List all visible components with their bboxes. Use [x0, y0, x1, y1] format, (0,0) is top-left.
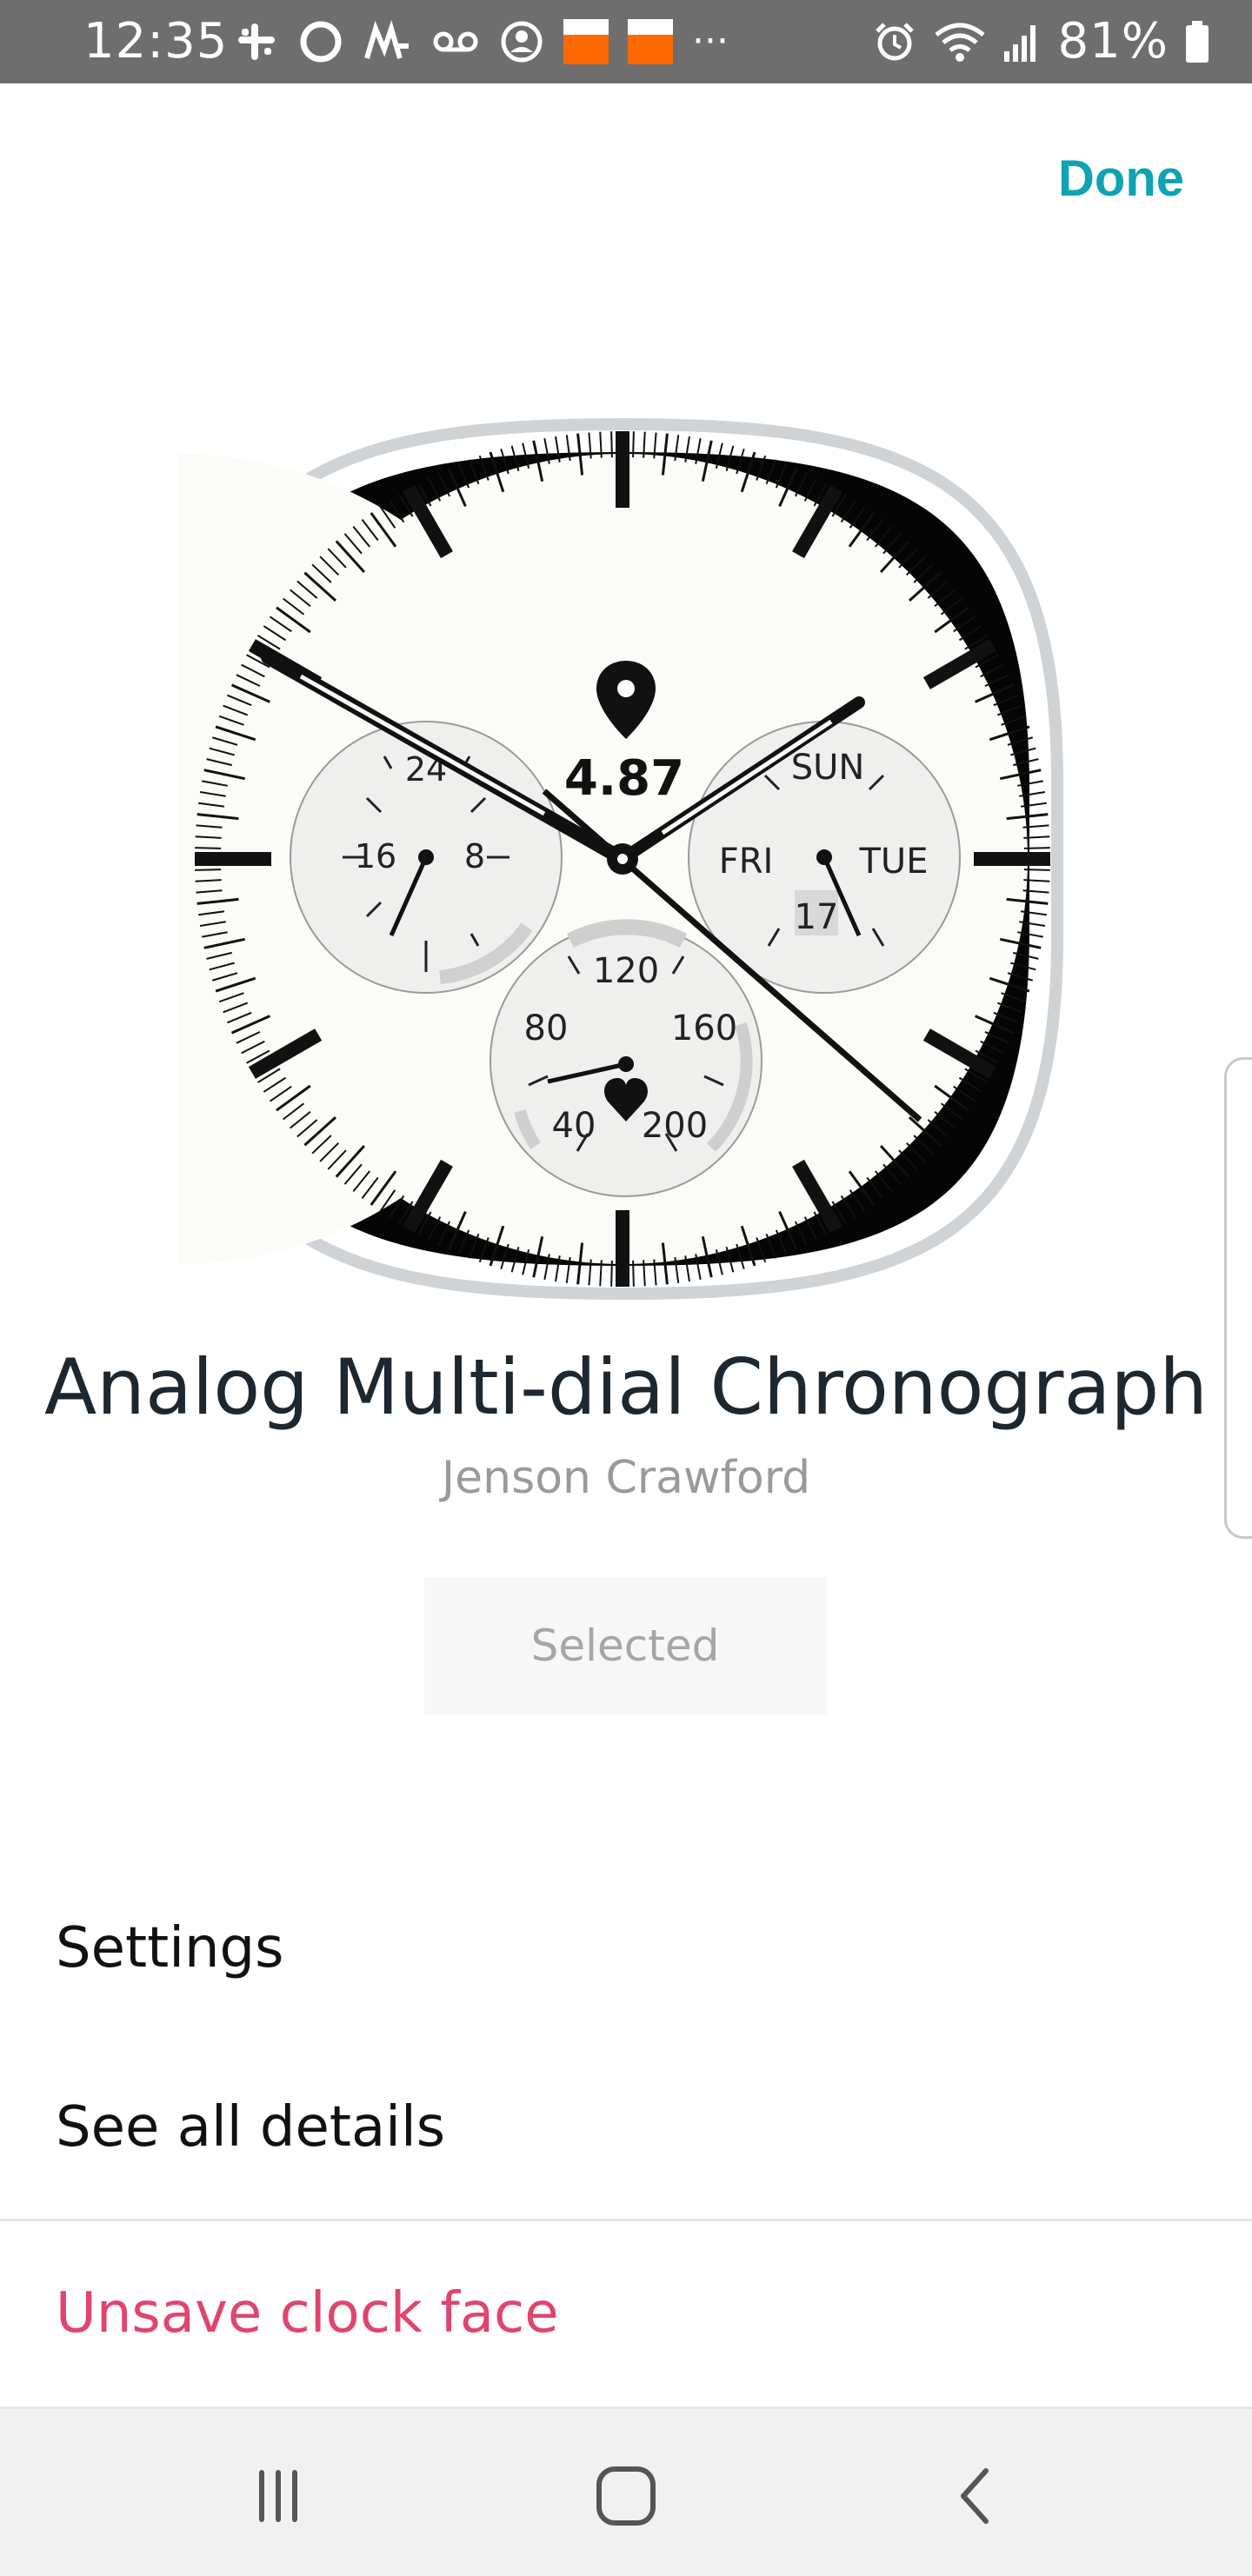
slack-icon — [235, 20, 278, 63]
recent-apps-button[interactable] — [235, 2453, 322, 2539]
wifi-icon — [933, 19, 987, 64]
home-button[interactable] — [583, 2453, 669, 2539]
hr-label-200: 200 — [642, 1106, 708, 1146]
unsave-clock-face-item[interactable]: Unsave clock face — [56, 2274, 559, 2353]
discover-icon — [563, 19, 609, 64]
recent-apps-icon — [259, 2470, 297, 2522]
more-notifications-icon: ··· — [692, 19, 729, 63]
hr-label-40: 40 — [552, 1106, 596, 1146]
discover-icon — [628, 19, 673, 64]
distance-value: 4.87 — [564, 750, 684, 807]
tick-mark — [632, 431, 635, 458]
battery-icon — [1184, 19, 1210, 64]
notification-icons: ··· — [235, 16, 729, 68]
clock-face-preview: 24 16 8 SUN FRI TUE 17 120 80 160 40 200… — [0, 416, 1066, 1302]
home-icon — [596, 2466, 656, 2526]
clock-face-title: Analog Multi-dial Chronograph — [43, 1342, 1209, 1432]
hr-label-160: 160 — [671, 1008, 737, 1048]
account-icon — [499, 19, 544, 64]
back-button[interactable] — [932, 2453, 1019, 2539]
done-button[interactable]: Done — [1058, 146, 1184, 212]
divider — [0, 2219, 1252, 2221]
left-dial-label-left: 16 — [355, 837, 396, 875]
hr-label-120: 120 — [593, 951, 659, 991]
tick-mark — [195, 847, 222, 849]
system-icons: 81% — [872, 16, 1210, 68]
left-dial-label-right: 8 — [464, 837, 485, 875]
clock-face-image: 24 16 8 SUN FRI TUE 17 120 80 160 40 200… — [0, 417, 1063, 1301]
navigation-bar — [0, 2406, 1252, 2576]
signal-icon — [1002, 20, 1042, 63]
see-all-details-item[interactable]: See all details — [56, 2088, 445, 2167]
heart-rate-subdial: 120 80 160 40 200 — [489, 919, 763, 1197]
alarm-icon — [872, 19, 917, 64]
back-icon — [961, 2468, 989, 2524]
date-label: 17 — [795, 897, 839, 937]
voicemail-icon — [431, 24, 480, 59]
left-subdial: 24 16 8 — [290, 721, 563, 994]
selected-button[interactable]: Selected — [424, 1577, 826, 1714]
circle-app-icon — [297, 18, 344, 65]
tick-mark — [1023, 869, 1050, 871]
hr-label-80: 80 — [524, 1008, 569, 1048]
m-app-icon — [363, 20, 412, 63]
battery-percentage: 81% — [1057, 13, 1169, 70]
status-bar: 12:35 ··· 81% — [0, 0, 1252, 83]
tick-mark — [1023, 847, 1050, 849]
tick-mark — [610, 431, 613, 458]
day-label-right: TUE — [859, 842, 929, 882]
scroll-handle[interactable] — [1224, 1057, 1252, 1539]
day-label-left: FRI — [719, 842, 774, 882]
tick-mark — [632, 1260, 635, 1287]
status-time: 12:35 — [83, 13, 229, 70]
settings-item[interactable]: Settings — [56, 1909, 284, 1987]
tick-mark — [610, 1260, 613, 1287]
clock-face-author: Jenson Crawford — [441, 1452, 811, 1504]
day-label-top: SUN — [791, 748, 865, 788]
tick-mark — [195, 869, 222, 871]
